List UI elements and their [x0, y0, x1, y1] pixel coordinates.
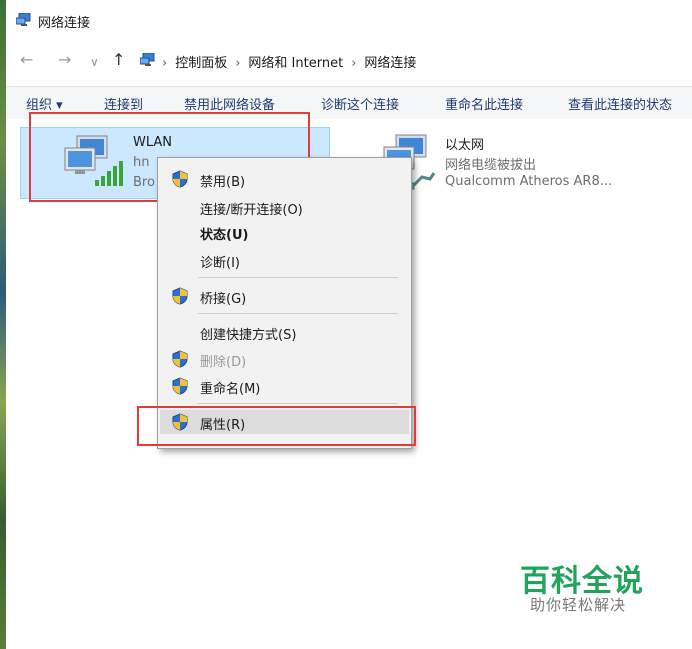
menu-item-label: 状态(U): [200, 228, 249, 243]
view-status-button[interactable]: 查看此连接的状态: [568, 94, 672, 113]
control-panel-icon: [139, 52, 156, 71]
uac-shield-icon: [172, 170, 188, 192]
uac-shield-icon: [172, 377, 188, 399]
menu-item-properties[interactable]: 属性(R): [160, 410, 409, 434]
connect-to-button[interactable]: 连接到: [104, 94, 143, 113]
breadcrumb-separator: ›: [351, 56, 357, 71]
connection-device: Qualcomm Atheros AR8...: [445, 174, 613, 189]
rename-button[interactable]: 重命名此连接: [445, 94, 523, 113]
disable-device-button[interactable]: 禁用此网络设备: [184, 94, 275, 113]
menu-item-label: 创建快捷方式(S): [200, 328, 297, 343]
window-title: 网络连接: [38, 16, 91, 31]
organize-button[interactable]: 组织 ▾: [26, 94, 63, 113]
menu-separator: [198, 277, 398, 278]
menu-item-label: 诊断(I): [200, 256, 240, 271]
menu-item-bridge[interactable]: 桥接(G): [160, 284, 409, 308]
breadcrumb-control-panel[interactable]: 控制面板: [175, 56, 227, 71]
menu-item-label: 桥接(G): [200, 292, 247, 307]
menu-item-disable[interactable]: 禁用(B): [160, 167, 409, 191]
up-button[interactable]: ↑: [112, 52, 125, 68]
context-menu: 禁用(B) 连接/断开连接(O) 状态(U) 诊断(I) 桥接(G) 创建快捷方…: [157, 157, 412, 449]
command-bar: 组织 ▾ 连接到 禁用此网络设备 诊断这个连接 重命名此连接 查看此连接的状态: [6, 86, 692, 119]
network-connections-icon: [15, 12, 32, 31]
wireless-adapter-icon: [63, 134, 125, 194]
connection-name: 以太网: [445, 138, 485, 153]
connection-status: hn: [133, 155, 150, 170]
uac-shield-icon: [172, 413, 188, 435]
breadcrumb-separator: ›: [162, 56, 168, 71]
menu-item-rename[interactable]: 重命名(M): [160, 374, 409, 398]
menu-item-label: 禁用(B): [200, 175, 246, 190]
title-bar: 网络连接: [6, 0, 692, 40]
menu-item-label: 属性(R): [200, 418, 246, 433]
recent-locations-button[interactable]: ∨: [90, 54, 99, 70]
menu-item-diagnose[interactable]: 诊断(I): [160, 248, 409, 272]
menu-item-label: 删除(D): [200, 355, 247, 370]
forward-button[interactable]: →: [58, 52, 71, 68]
connection-status: 网络电缆被拔出: [445, 158, 537, 173]
connection-name: WLAN: [133, 135, 173, 150]
uac-shield-icon: [172, 350, 188, 372]
menu-item-status[interactable]: 状态(U): [160, 220, 409, 244]
menu-item-label: 重命名(M): [200, 382, 261, 397]
network-connections-window: 网络连接 ← → ∨ ↑ › 控制面板 › 网络和 Internet › 网络连接 组织 …: [6, 0, 692, 649]
breadcrumb-network-connections[interactable]: 网络连接: [364, 56, 416, 71]
breadcrumb: › 控制面板 › 网络和 Internet › 网络连接: [162, 52, 416, 71]
ethernet-connection-item[interactable]: 以太网 网络电缆被拔出 Qualcomm Atheros AR8...: [376, 127, 676, 197]
watermark-subtitle: 助你轻松解决: [530, 596, 627, 614]
uac-shield-icon: [172, 287, 188, 309]
menu-item-connect-disconnect[interactable]: 连接/断开连接(O): [160, 195, 409, 219]
diagnose-button[interactable]: 诊断这个连接: [321, 94, 399, 113]
connection-device: Bro: [133, 175, 155, 190]
menu-separator: [198, 403, 398, 404]
breadcrumb-network-internet[interactable]: 网络和 Internet: [248, 56, 343, 71]
menu-item-delete[interactable]: 删除(D): [160, 347, 409, 371]
menu-item-label: 连接/断开连接(O): [200, 203, 303, 218]
breadcrumb-separator: ›: [235, 56, 241, 71]
address-bar: ← → ∨ ↑ › 控制面板 › 网络和 Internet › 网络连接: [6, 44, 692, 78]
menu-separator: [198, 313, 398, 314]
back-button[interactable]: ←: [20, 52, 33, 68]
menu-item-create-shortcut[interactable]: 创建快捷方式(S): [160, 320, 409, 344]
